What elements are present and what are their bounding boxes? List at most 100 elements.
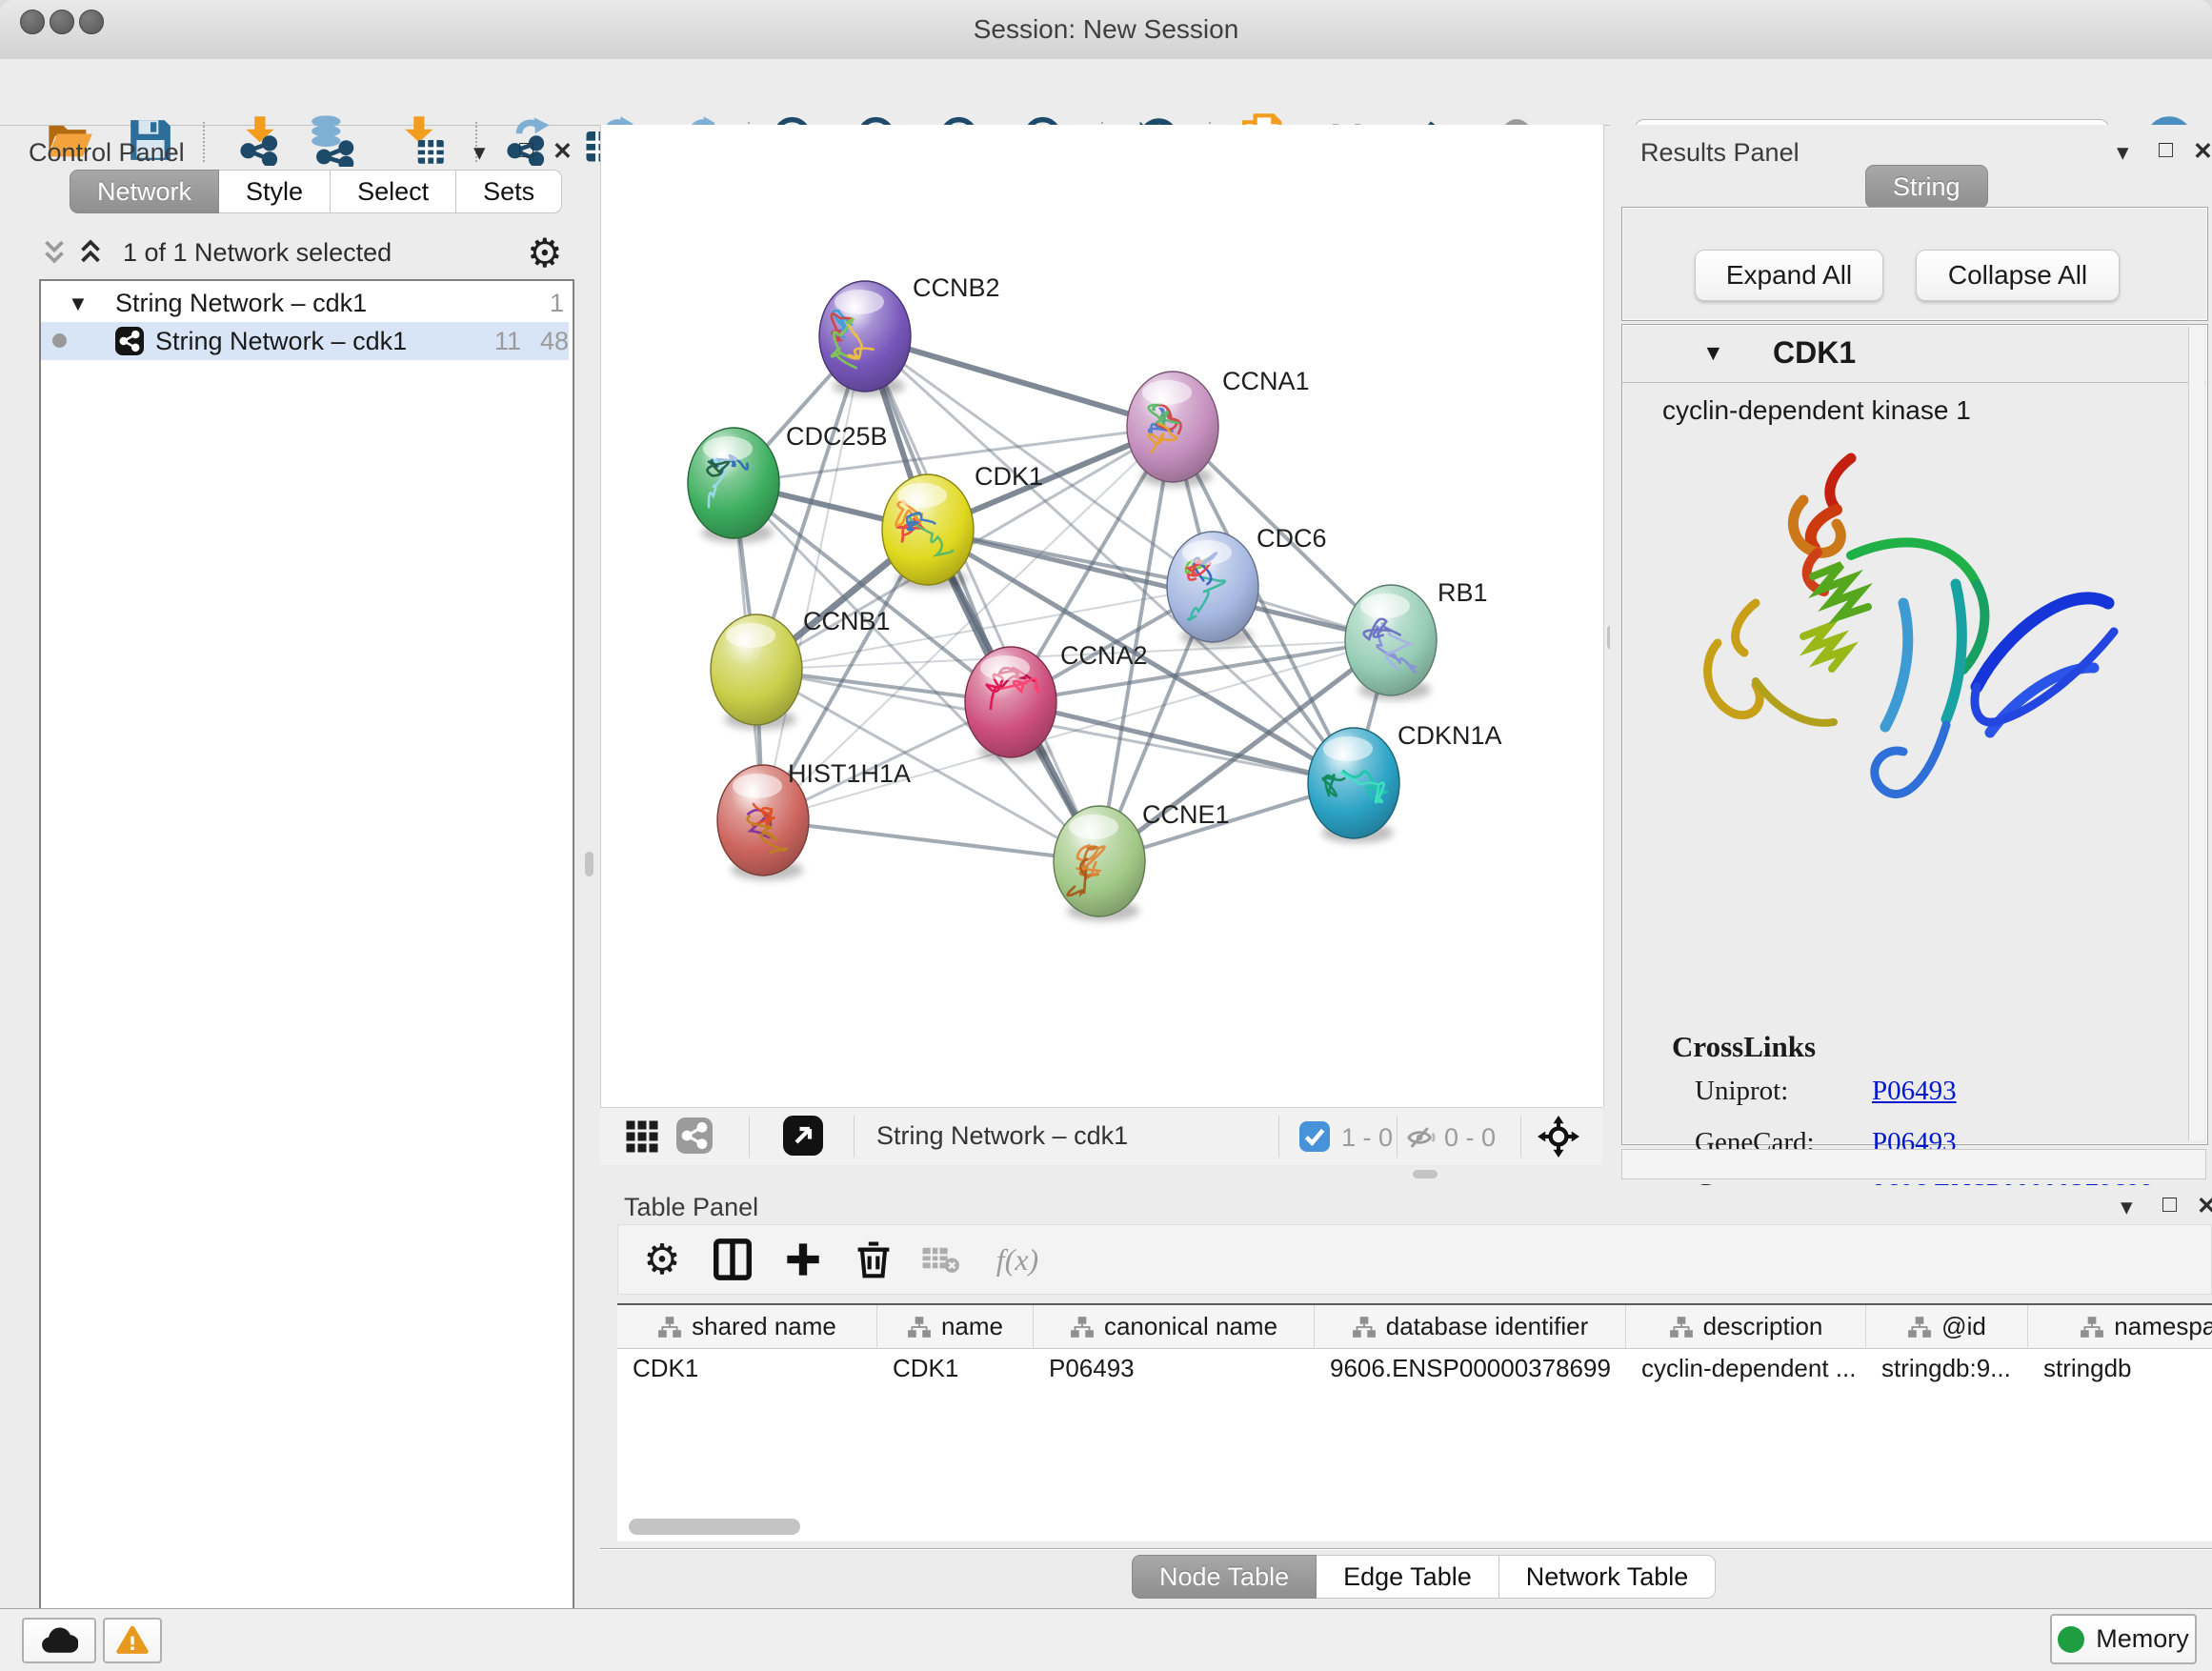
node-label-CDK1: CDK1 bbox=[975, 462, 1043, 491]
fit-move-crosshair-icon[interactable] bbox=[1538, 1116, 1579, 1162]
tab-style[interactable]: Style bbox=[219, 170, 331, 213]
column-header[interactable]: @id bbox=[1866, 1305, 2028, 1349]
results-entry-box: ▼ CDK1 cyclin-dependent kinase 1 bbox=[1621, 324, 2208, 1145]
panel-close-icon[interactable]: ✕ bbox=[553, 137, 573, 166]
show-columns-icon[interactable] bbox=[709, 1236, 756, 1283]
memory-label: Memory bbox=[2096, 1624, 2189, 1654]
network-view[interactable]: CCNB2CCNA1CDC25BCDK1CDC6RB1CCNB1CCNA2CDK… bbox=[600, 125, 1604, 1107]
delete-column-trash-icon[interactable] bbox=[850, 1236, 897, 1283]
network-current-dot-icon bbox=[52, 333, 67, 348]
panel-maximize-icon[interactable]: □ bbox=[2159, 136, 2173, 164]
bottom-splitter-handle[interactable] bbox=[1413, 1170, 1438, 1178]
cell-canonical-name[interactable]: P06493 bbox=[1034, 1349, 1315, 1387]
hidden-eye-icon[interactable] bbox=[1406, 1121, 1438, 1158]
cell-shared-name[interactable]: CDK1 bbox=[617, 1349, 877, 1387]
node-label-CDC25B: CDC25B bbox=[786, 422, 888, 451]
column-type-icon bbox=[907, 1315, 932, 1339]
tab-node-table[interactable]: Node Table bbox=[1132, 1555, 1317, 1599]
results-horizontal-scrollbar[interactable] bbox=[1621, 1149, 2206, 1179]
node-table[interactable]: shared name name canonical name database… bbox=[617, 1303, 2212, 1541]
separator bbox=[854, 1116, 855, 1158]
hidden-counter: 0 - 0 bbox=[1444, 1123, 1496, 1153]
network-node-CCNB1[interactable] bbox=[711, 614, 802, 730]
tab-sets[interactable]: Sets bbox=[456, 170, 562, 213]
selected-counter: 1 - 0 bbox=[1341, 1123, 1393, 1153]
tab-edge-table[interactable]: Edge Table bbox=[1317, 1555, 1499, 1599]
grid-view-icon[interactable] bbox=[625, 1119, 659, 1158]
column-header[interactable]: namespace bbox=[2028, 1305, 2212, 1349]
network-node-RB1[interactable] bbox=[1345, 585, 1437, 700]
column-header[interactable]: shared name bbox=[617, 1305, 877, 1349]
expand-all-networks-icon[interactable] bbox=[74, 235, 107, 272]
cell-database-identifier[interactable]: 9606.ENSP00000378699 bbox=[1315, 1349, 1626, 1387]
control-panel-title: Control Panel bbox=[29, 138, 185, 168]
crosslink-uniprot[interactable]: P06493 bbox=[1872, 1076, 1957, 1107]
column-type-icon bbox=[657, 1315, 682, 1339]
column-header[interactable]: canonical name bbox=[1034, 1305, 1315, 1349]
network-canvas[interactable]: CCNB2CCNA1CDC25BCDK1CDC6RB1CCNB1CCNA2CDK… bbox=[601, 125, 1603, 1107]
crosslinks-title: CrossLinks bbox=[1672, 1030, 1816, 1064]
network-node-CCNB2[interactable] bbox=[819, 281, 911, 396]
cell-namespace[interactable]: stringdb bbox=[2028, 1349, 2212, 1387]
table-horizontal-scrollbar[interactable] bbox=[629, 1519, 800, 1535]
network-node-CCNE1[interactable] bbox=[1054, 806, 1145, 921]
tab-select[interactable]: Select bbox=[331, 170, 456, 213]
table-options-gear-icon[interactable]: ⚙ bbox=[638, 1236, 686, 1283]
results-actions-box: Expand All Collapse All bbox=[1621, 207, 2208, 321]
column-header[interactable]: name bbox=[877, 1305, 1034, 1349]
expand-all-button[interactable]: Expand All bbox=[1695, 250, 1883, 301]
left-splitter-handle[interactable] bbox=[585, 852, 593, 876]
string-network-badge-icon bbox=[115, 327, 144, 360]
node-label-CDKN1A: CDKN1A bbox=[1398, 721, 1502, 750]
network-node-CDC25B[interactable] bbox=[688, 428, 779, 543]
gene-header[interactable]: ▼ CDK1 bbox=[1622, 325, 2205, 383]
panel-maximize-icon[interactable]: □ bbox=[519, 136, 533, 164]
add-column-icon[interactable] bbox=[779, 1236, 827, 1283]
tab-network[interactable]: Network bbox=[70, 170, 219, 213]
title-bar: Session: New Session bbox=[0, 0, 2212, 60]
column-header[interactable]: description bbox=[1626, 1305, 1866, 1349]
panel-float-icon[interactable]: ▾ bbox=[473, 138, 486, 167]
results-panel-title: Results Panel bbox=[1640, 138, 1800, 168]
network-edge-count: 48 bbox=[540, 327, 569, 356]
panel-close-icon[interactable]: ✕ bbox=[2197, 1192, 2212, 1220]
network-row-selected[interactable]: String Network – cdk1 11 48 bbox=[41, 322, 569, 360]
warning-status-button[interactable] bbox=[103, 1618, 162, 1663]
network-node-CCNA1[interactable] bbox=[1127, 372, 1218, 487]
panel-float-icon[interactable]: ▾ bbox=[2121, 1193, 2133, 1221]
network-badge-gray-icon[interactable] bbox=[676, 1117, 713, 1158]
tab-network-table[interactable]: Network Table bbox=[1499, 1555, 1717, 1599]
separator bbox=[749, 1116, 750, 1158]
open-in-window-button[interactable] bbox=[783, 1116, 823, 1160]
panel-close-icon[interactable]: ✕ bbox=[2193, 137, 2212, 166]
network-node-CDKN1A[interactable] bbox=[1308, 728, 1399, 843]
panel-maximize-icon[interactable]: □ bbox=[2162, 1191, 2177, 1218]
collection-expand-icon[interactable]: ▼ bbox=[68, 292, 89, 316]
cell-description[interactable]: cyclin-dependent ... bbox=[1626, 1349, 1866, 1387]
panel-float-icon[interactable]: ▾ bbox=[2117, 138, 2129, 167]
node-label-CCNA1: CCNA1 bbox=[1222, 367, 1310, 395]
table-row[interactable]: CDK1 CDK1 P06493 9606.ENSP00000378699 cy… bbox=[617, 1349, 2212, 1387]
crosslink-label: Uniprot: bbox=[1695, 1076, 1788, 1107]
collapse-all-button[interactable]: Collapse All bbox=[1916, 250, 2120, 301]
tab-string[interactable]: String bbox=[1865, 165, 1988, 209]
gene-name: CDK1 bbox=[1773, 335, 1856, 371]
network-view-title: String Network – cdk1 bbox=[876, 1121, 1128, 1151]
cell-id[interactable]: stringdb:9... bbox=[1866, 1349, 2028, 1387]
selected-checkbox-icon[interactable] bbox=[1299, 1121, 1330, 1157]
collapse-all-networks-icon[interactable] bbox=[38, 235, 70, 272]
memory-button[interactable]: Memory bbox=[2050, 1614, 2197, 1664]
gene-collapse-icon[interactable]: ▼ bbox=[1702, 340, 1724, 366]
cloud-status-button[interactable] bbox=[22, 1618, 96, 1663]
network-node-CCNA2[interactable] bbox=[965, 647, 1056, 762]
results-vertical-scrollbar[interactable] bbox=[2188, 327, 2204, 1140]
node-label-HIST1H1A: HIST1H1A bbox=[788, 759, 911, 788]
cell-name[interactable]: CDK1 bbox=[877, 1349, 1034, 1387]
network-options-gear-icon[interactable]: ⚙ bbox=[527, 230, 563, 276]
collection-label: String Network – cdk1 bbox=[115, 289, 367, 318]
control-panel-tabs: Network Style Select Sets bbox=[70, 170, 562, 213]
cloud-icon bbox=[40, 1626, 78, 1655]
network-collection-row[interactable]: ▼ String Network – cdk1 1 bbox=[41, 286, 569, 322]
node-label-CCNA2: CCNA2 bbox=[1060, 641, 1148, 670]
column-header[interactable]: database identifier bbox=[1315, 1305, 1626, 1349]
